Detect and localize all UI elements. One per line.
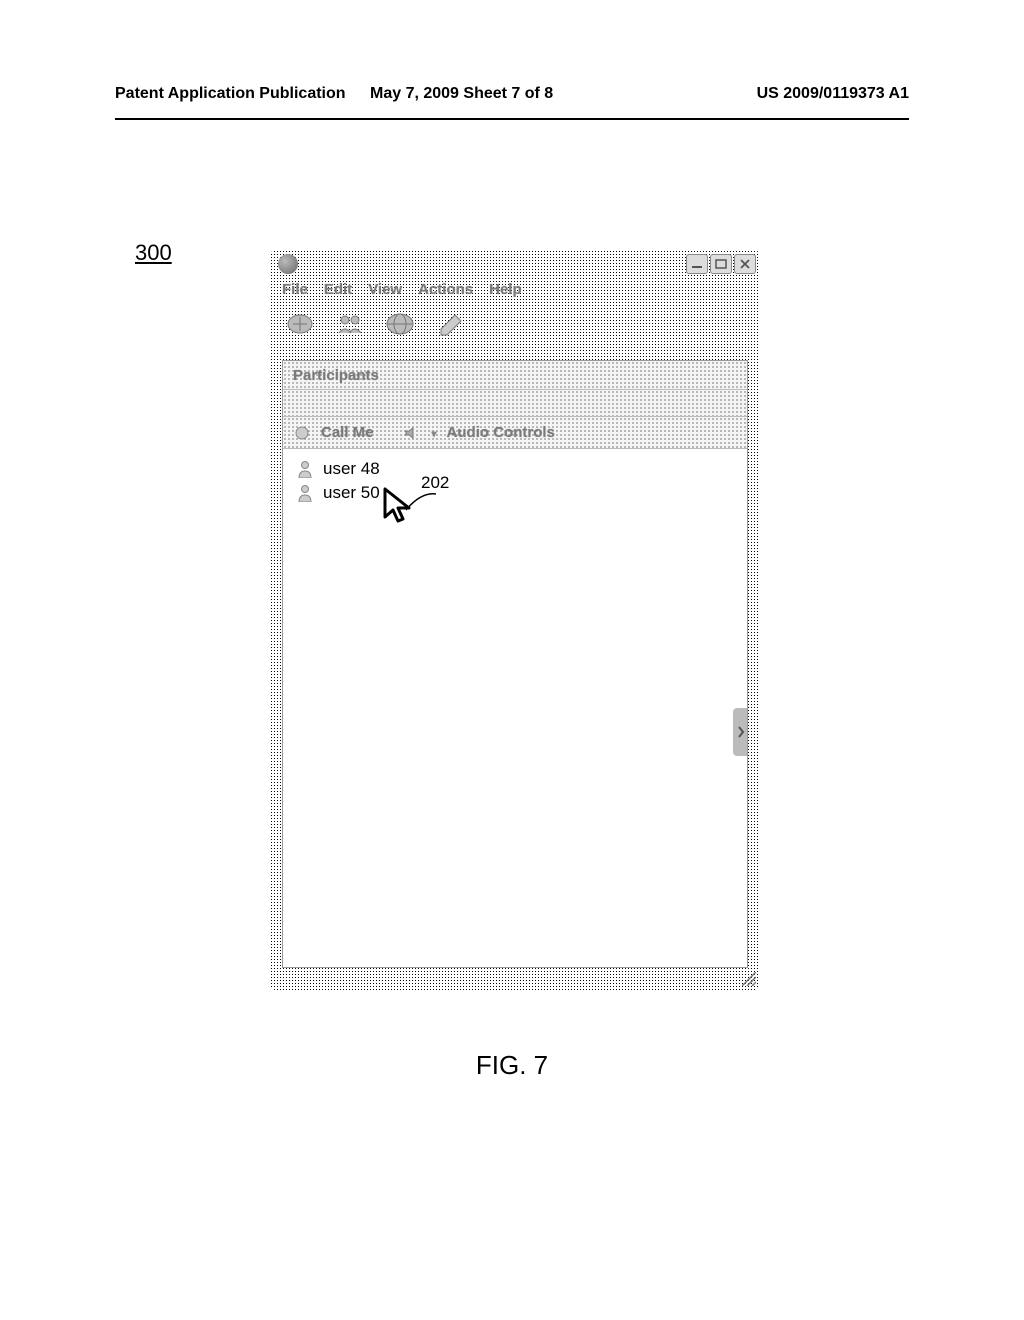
action-bar: Call Me Audio Controls xyxy=(283,417,747,449)
menu-file[interactable]: File xyxy=(282,281,308,298)
page-header: Patent Application Publication May 7, 20… xyxy=(115,85,909,103)
cursor-annotation: 202 xyxy=(381,487,417,527)
toolbar xyxy=(270,300,760,348)
figure-caption: FIG. 7 xyxy=(0,1050,1024,1081)
audio-icon xyxy=(402,424,420,442)
toolbar-icon-3[interactable] xyxy=(384,309,416,339)
window-body: Participants Call Me Audio Controls user… xyxy=(282,360,748,968)
header-mid: May 7, 2009 Sheet 7 of 8 xyxy=(370,85,553,103)
participant-list: user 48 user 50 202 xyxy=(283,449,747,967)
audio-dropdown-caret[interactable] xyxy=(430,424,437,441)
header-left: Patent Application Publication xyxy=(115,85,346,103)
minimize-button[interactable] xyxy=(686,254,708,274)
maximize-button[interactable] xyxy=(710,254,732,274)
toolbar-icon-2[interactable] xyxy=(334,309,366,339)
toolbar-icon-1[interactable] xyxy=(284,309,316,339)
callout-lead-line xyxy=(406,492,436,512)
menu-help[interactable]: Help xyxy=(489,281,522,298)
scroll-tab[interactable] xyxy=(733,708,747,756)
close-icon xyxy=(739,259,751,269)
resize-grip[interactable] xyxy=(742,972,756,986)
header-right: US 2009/0119373 A1 xyxy=(757,85,909,103)
minimize-icon xyxy=(691,259,703,269)
call-me-icon xyxy=(293,424,311,442)
participants-header: Participants xyxy=(283,361,747,389)
audio-controls-button[interactable]: Audio Controls xyxy=(447,424,555,441)
menu-bar: File Edit View Actions Help xyxy=(270,278,760,300)
menu-edit[interactable]: Edit xyxy=(324,281,352,298)
header-rule xyxy=(115,118,909,120)
participant-name: user 48 xyxy=(323,459,380,479)
maximize-icon xyxy=(715,259,727,269)
participant-name: user 50 xyxy=(323,483,380,503)
app-icon xyxy=(278,254,298,274)
close-button[interactable] xyxy=(734,254,756,274)
chevron-right-icon xyxy=(737,725,745,739)
menu-view[interactable]: View xyxy=(368,281,402,298)
toolbar-icon-4[interactable] xyxy=(434,309,466,339)
section-spacer xyxy=(283,389,747,417)
cursor-ref-number: 202 xyxy=(421,473,449,493)
figure-number: 300 xyxy=(135,240,172,266)
list-item[interactable]: user 48 xyxy=(297,457,733,481)
menu-actions[interactable]: Actions xyxy=(418,281,473,298)
call-me-button[interactable]: Call Me xyxy=(321,424,374,441)
app-window: File Edit View Actions Help Participants xyxy=(270,250,760,990)
user-icon xyxy=(297,484,313,502)
participants-label: Participants xyxy=(293,367,379,384)
list-item[interactable]: user 50 xyxy=(297,481,733,505)
user-icon xyxy=(297,460,313,478)
title-bar xyxy=(270,250,760,278)
resize-grip-icon xyxy=(742,972,756,986)
